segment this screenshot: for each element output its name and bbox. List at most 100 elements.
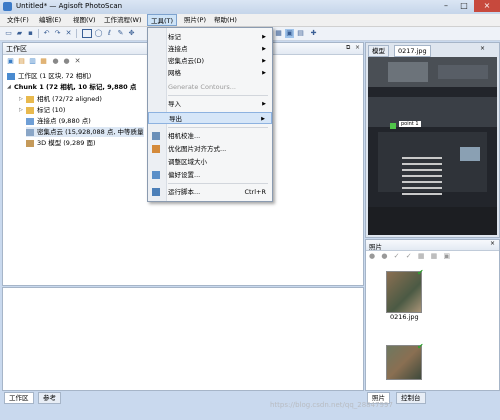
- add-markers-icon[interactable]: ▦: [39, 57, 48, 65]
- tree-dense-cloud[interactable]: 密集点云 (15,928,088 点, 中等质量: [26, 127, 144, 137]
- tree-root[interactable]: 工作区 (1 区块, 72 相机): [7, 71, 91, 81]
- menu-tools[interactable]: 工具(T): [147, 14, 178, 26]
- enable-icon[interactable]: ●: [51, 57, 60, 65]
- submenu-arrow-icon: ▶: [262, 101, 266, 107]
- view-active-icon[interactable]: ▣: [285, 29, 294, 38]
- marker-label: point 1: [399, 121, 421, 127]
- open-icon[interactable]: ▰: [15, 29, 24, 38]
- folder-icon: [26, 106, 34, 114]
- menu-view[interactable]: 视图(V): [70, 14, 99, 26]
- tree-tie-points[interactable]: 连接点 (9,880 点): [26, 116, 91, 126]
- submenu-arrow-icon: ▶: [262, 70, 266, 76]
- view-model-icon[interactable]: ▤: [296, 29, 305, 38]
- app-icon: [3, 2, 12, 11]
- photos-panel: 照片 × ● ● ✓ ✓ ▦ ▦ ▣ ✔ 0216.jpg ✔: [365, 239, 500, 391]
- maximize-button[interactable]: □: [455, 0, 473, 12]
- add-chunk-icon[interactable]: ▣: [6, 57, 15, 65]
- rect-select-icon[interactable]: [82, 29, 92, 38]
- tab-console[interactable]: 控制台: [396, 392, 426, 404]
- menu-mesh[interactable]: 网格 ▶: [148, 67, 272, 79]
- shortcut-label: Ctrl+R: [244, 188, 266, 196]
- aligned-check-icon: ✔: [417, 268, 424, 277]
- aligned-check-icon: ✔: [417, 342, 424, 351]
- menu-resize-region[interactable]: 调整区域大小: [148, 156, 272, 168]
- lower-panel: [2, 287, 364, 391]
- calibration-icon: [152, 132, 160, 140]
- thumb-label: 0216.jpg: [390, 313, 419, 321]
- menu-run-script[interactable]: 运行脚本... Ctrl+R: [148, 186, 272, 198]
- menu-import[interactable]: 导入 ▶: [148, 98, 272, 110]
- tab-reference[interactable]: 参考: [38, 392, 61, 404]
- script-icon: [152, 188, 160, 196]
- submenu-arrow-icon: ▶: [262, 46, 266, 52]
- close-button[interactable]: ×: [474, 0, 500, 12]
- minimize-button[interactable]: –: [437, 0, 455, 12]
- menu-edit[interactable]: 编辑(E): [36, 14, 64, 26]
- menu-file[interactable]: 文件(F): [4, 14, 32, 26]
- aerial-photo: [368, 57, 497, 235]
- submenu-arrow-icon: ▶: [261, 116, 265, 122]
- window-title: Untitled* — Agisoft PhotoScan: [16, 2, 123, 10]
- new-icon[interactable]: ▭: [4, 29, 13, 38]
- tie-points-icon: [26, 117, 34, 125]
- add-photos-icon[interactable]: ▤: [17, 57, 26, 65]
- menu-markers[interactable]: 标记 ▶: [148, 31, 272, 43]
- view-mode-icon[interactable]: ▦: [274, 29, 283, 38]
- menu-generate-contours[interactable]: Generate Contours...: [148, 81, 272, 93]
- collapse-icon[interactable]: ◢: [7, 82, 14, 92]
- lasso-icon[interactable]: ℓ: [105, 29, 114, 38]
- delete-icon[interactable]: ✕: [64, 29, 73, 38]
- workspace-icon: [7, 72, 15, 80]
- menu-help[interactable]: 帮助(H): [211, 14, 240, 26]
- undo-icon[interactable]: ↶: [42, 29, 51, 38]
- panel-close-icon[interactable]: ×: [480, 45, 485, 52]
- menu-camera-calibration[interactable]: 相机校准...: [148, 130, 272, 142]
- menu-preferences[interactable]: 偏好设置...: [148, 169, 272, 181]
- menu-optimize-alignment[interactable]: 优化图片对齐方式...: [148, 143, 272, 155]
- preferences-icon: [152, 171, 160, 179]
- workspace-title: 工作区: [6, 45, 27, 53]
- tab-model[interactable]: 模型: [368, 45, 389, 57]
- ruler-icon[interactable]: ✎: [116, 29, 125, 38]
- add-folder-icon[interactable]: ▥: [28, 57, 37, 65]
- circle-select-icon[interactable]: ◯: [94, 29, 103, 38]
- navigate-icon[interactable]: ✚: [309, 29, 318, 38]
- panel-close-icon[interactable]: ×: [490, 240, 495, 247]
- menu-bar: 文件(F) 编辑(E) 视图(V) 工作流程(W) 工具(T) 照片(P) 帮助…: [0, 14, 500, 27]
- disable-icon[interactable]: ●: [62, 57, 71, 65]
- menu-dense-cloud[interactable]: 密集点云(D) ▶: [148, 55, 272, 67]
- tree-chunk[interactable]: ◢ Chunk 1 (72 相机, 10 标记, 9,880 点: [7, 82, 136, 92]
- tab-workspace[interactable]: 工作区: [4, 392, 34, 404]
- menu-photos[interactable]: 照片(P): [181, 14, 209, 26]
- photos-title: 照片: [369, 243, 382, 251]
- tools-menu: 标记 ▶ 连接点 ▶ 密集点云(D) ▶ 网格 ▶ Generate Contours.…: [147, 27, 273, 202]
- remove-icon[interactable]: ✕: [73, 57, 82, 65]
- expand-icon[interactable]: ▷: [19, 94, 26, 104]
- submenu-arrow-icon: ▶: [262, 34, 266, 40]
- model-icon: [26, 139, 34, 147]
- move-icon[interactable]: ✥: [127, 29, 136, 38]
- title-bar: Untitled* — Agisoft PhotoScan – □ ×: [0, 0, 500, 14]
- tree-cameras[interactable]: ▷ 相机 (72/72 aligned): [19, 94, 102, 104]
- save-icon[interactable]: ▪: [26, 29, 35, 38]
- optimize-icon: [152, 145, 160, 153]
- menu-export[interactable]: 导出 ▶: [148, 112, 272, 124]
- photo-thumbnail[interactable]: [386, 271, 422, 313]
- folder-icon: [26, 95, 34, 103]
- menu-tie-points[interactable]: 连接点 ▶: [148, 43, 272, 55]
- photos-toolbar[interactable]: ● ● ✓ ✓ ▦ ▦ ▣: [369, 252, 452, 260]
- float-icon[interactable]: ⧉: [346, 44, 350, 52]
- photo-viewport[interactable]: point 1: [368, 57, 497, 235]
- redo-icon[interactable]: ↷: [53, 29, 62, 38]
- panel-close-icon[interactable]: ×: [355, 44, 360, 51]
- expand-icon[interactable]: ▷: [19, 105, 26, 115]
- dense-cloud-icon: [26, 128, 34, 136]
- tree-model[interactable]: 3D 模型 (9,289 面): [26, 138, 96, 148]
- model-panel: 模型 0217.jpg × point 1: [365, 42, 500, 238]
- watermark: https://blog.csdn.net/qq_28847997: [270, 401, 393, 409]
- marker-icon[interactable]: [390, 123, 396, 129]
- menu-workflow[interactable]: 工作流程(W): [101, 14, 145, 26]
- tab-photo[interactable]: 0217.jpg: [394, 45, 431, 57]
- submenu-arrow-icon: ▶: [262, 58, 266, 64]
- tree-markers[interactable]: ▷ 标记 (10): [19, 105, 65, 115]
